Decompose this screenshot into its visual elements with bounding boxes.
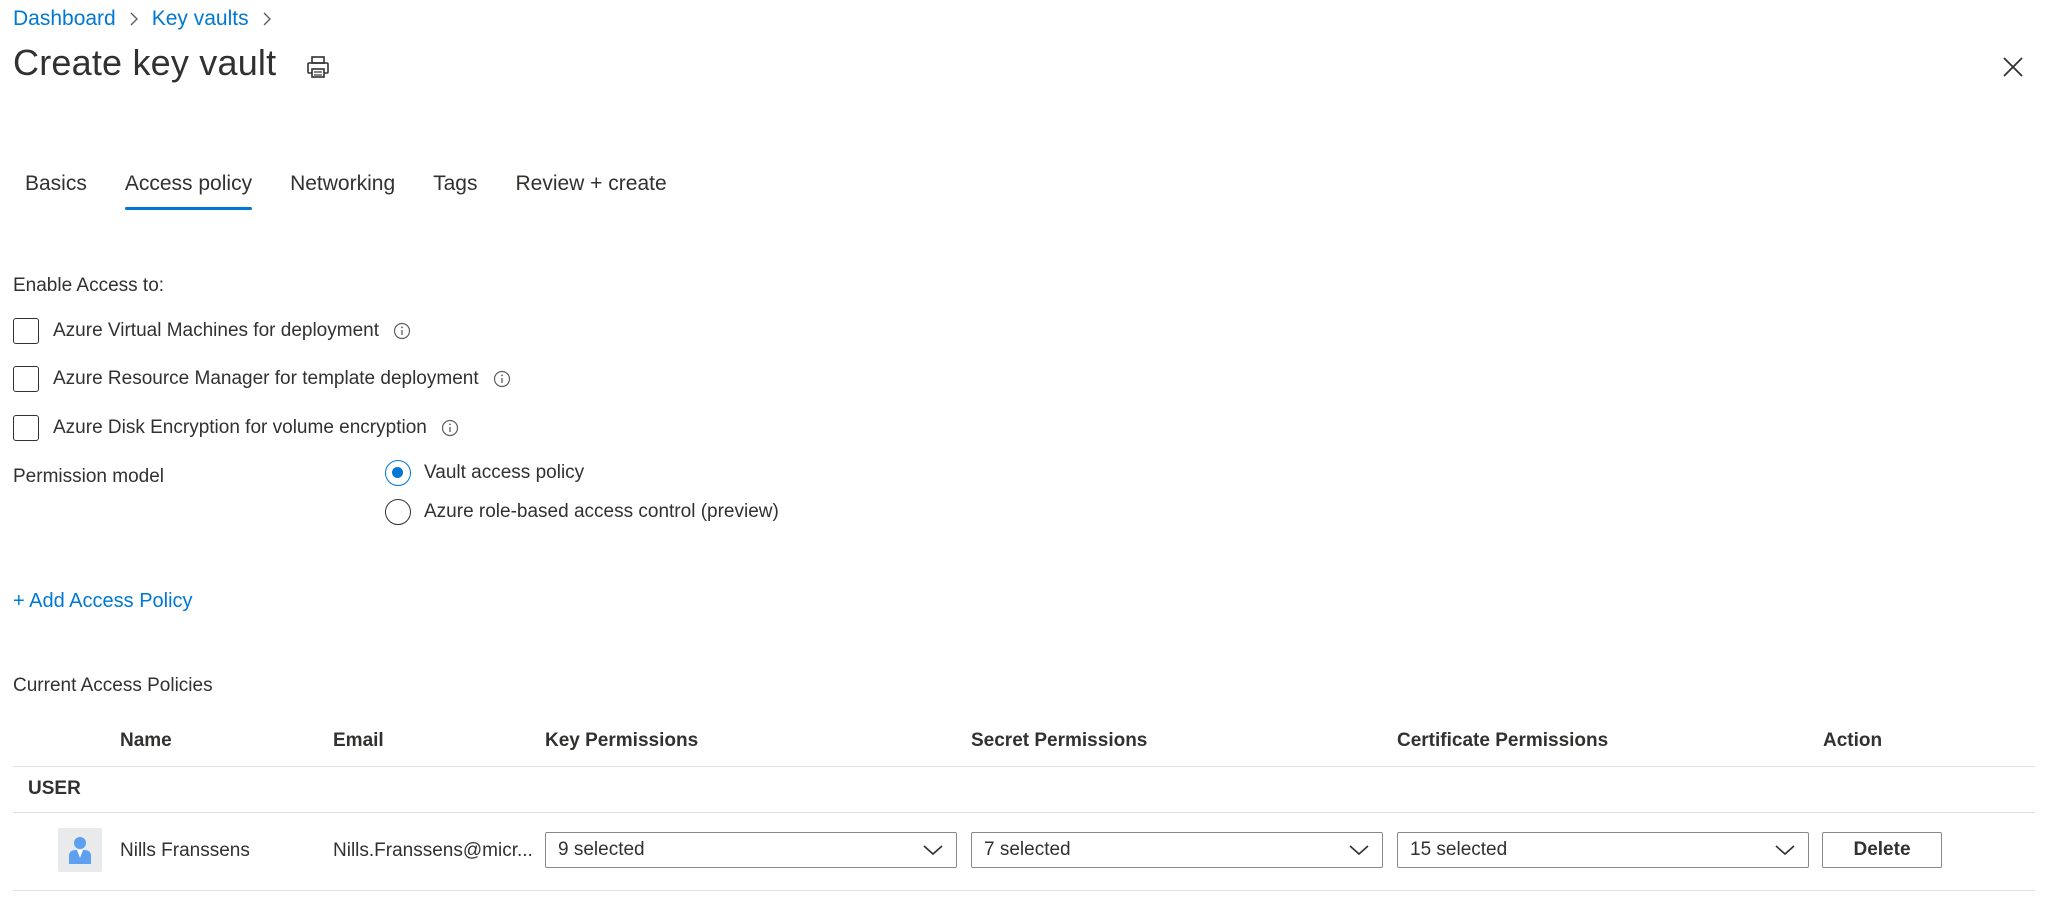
certificate-permissions-value: 15 selected [1410,839,1508,860]
radio-row-vault-policy: Vault access policy [385,460,584,486]
checkbox-row-disk: Azure Disk Encryption for volume encrypt… [13,415,459,441]
chevron-down-icon [923,845,943,856]
tab-review-create[interactable]: Review + create [503,168,678,210]
column-header-email[interactable]: Email [333,730,384,752]
print-icon[interactable] [305,54,331,80]
user-avatar-icon [58,828,102,872]
tab-tags[interactable]: Tags [421,168,489,210]
vm-deployment-label: Azure Virtual Machines for deployment [53,320,379,341]
arm-deployment-label: Azure Resource Manager for template depl… [53,368,479,389]
key-permissions-dropdown[interactable]: 9 selected [545,832,957,868]
vault-access-policy-radio[interactable] [385,460,411,486]
policy-user-email: Nills.Franssens@micr... [333,840,533,861]
add-access-policy-link[interactable]: + Add Access Policy [13,590,193,613]
table-divider [13,812,2035,813]
table-divider [13,890,2035,891]
tab-networking[interactable]: Networking [278,168,407,210]
rbac-radio[interactable] [385,499,411,525]
chevron-down-icon [1775,845,1795,856]
column-header-action[interactable]: Action [1823,730,1882,752]
disk-encryption-checkbox[interactable] [13,415,39,441]
disk-encryption-label: Azure Disk Encryption for volume encrypt… [53,417,427,438]
vault-access-policy-label: Vault access policy [424,462,585,483]
column-header-key-permissions[interactable]: Key Permissions [545,730,698,752]
info-icon[interactable] [493,370,511,388]
breadcrumb-dashboard[interactable]: Dashboard [13,7,116,31]
current-policies-label: Current Access Policies [13,675,213,696]
checkbox-row-arm: Azure Resource Manager for template depl… [13,366,511,392]
info-icon[interactable] [441,419,459,437]
enable-access-label: Enable Access to: [13,275,165,296]
rbac-label: Azure role-based access control (preview… [424,501,779,522]
chevron-right-icon [128,11,140,27]
breadcrumb-key-vaults[interactable]: Key vaults [152,7,249,31]
key-permissions-value: 9 selected [558,839,645,860]
breadcrumb: Dashboard Key vaults [13,4,285,34]
tab-basics[interactable]: Basics [13,168,99,210]
arm-deployment-checkbox[interactable] [13,366,39,392]
table-divider [13,766,2035,767]
column-header-name[interactable]: Name [120,730,172,752]
chevron-right-icon [261,11,273,27]
secret-permissions-dropdown[interactable]: 7 selected [971,832,1383,868]
vm-deployment-checkbox[interactable] [13,318,39,344]
tab-bar: Basics Access policy Networking Tags Rev… [13,168,693,210]
policy-user-name: Nills Franssens [120,840,250,861]
column-header-certificate-permissions[interactable]: Certificate Permissions [1397,730,1608,752]
info-icon[interactable] [393,322,411,340]
close-icon[interactable] [2000,54,2026,80]
secret-permissions-value: 7 selected [984,839,1071,860]
delete-policy-button[interactable]: Delete [1822,832,1942,868]
radio-row-rbac: Azure role-based access control (preview… [385,499,779,525]
group-header-user: USER [28,778,81,799]
column-header-secret-permissions[interactable]: Secret Permissions [971,730,1147,752]
certificate-permissions-dropdown[interactable]: 15 selected [1397,832,1809,868]
checkbox-row-vm: Azure Virtual Machines for deployment [13,318,411,344]
permission-model-label: Permission model [13,466,164,487]
chevron-down-icon [1349,845,1369,856]
tab-access-policy[interactable]: Access policy [113,168,264,210]
page-title: Create key vault [13,42,277,83]
